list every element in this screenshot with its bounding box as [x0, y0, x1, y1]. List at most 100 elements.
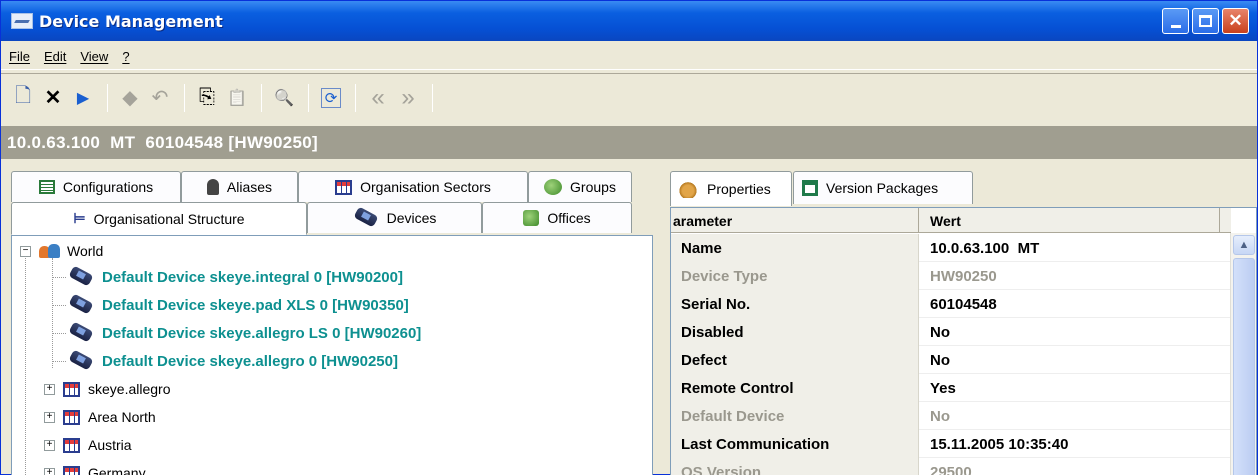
tree-node-device[interactable]: Default Device skeye.allegro LS 0 [HW902…	[68, 319, 421, 347]
run-button[interactable]: ▶	[69, 83, 97, 113]
device-management-window: Device Management ✕ File Edit View ? 🗋 ✕…	[0, 0, 1258, 475]
close-icon: ✕	[1228, 11, 1243, 30]
undo-button[interactable]: ↶	[146, 83, 174, 113]
tab-configurations[interactable]: Configurations	[11, 171, 181, 202]
new-button[interactable]: 🗋	[9, 83, 37, 113]
previous-button[interactable]: «	[364, 83, 392, 113]
tab-properties[interactable]: Properties	[670, 171, 792, 206]
tab-label: Devices	[386, 210, 437, 226]
toolbar: 🗋 ✕ ▶ ◆ ↶ ⎘ 📋 🔍 ⟳ « »	[1, 73, 1257, 121]
menu-file[interactable]: File	[9, 49, 30, 64]
device-icon	[68, 269, 94, 285]
grid-icon	[335, 179, 353, 195]
refresh-button[interactable]: ⟳	[317, 83, 345, 113]
chevron-up-icon: ▲	[1238, 239, 1250, 251]
maximize-button[interactable]	[1192, 8, 1219, 34]
paste-button[interactable]: 📋	[223, 83, 251, 113]
apply-button[interactable]: ◆	[116, 83, 144, 113]
grid-icon	[63, 409, 80, 425]
property-row[interactable]: Last Communication 15.11.2005 10:35:40	[671, 430, 1231, 458]
play-icon: ▶	[76, 89, 90, 107]
tree-node-label: Area North	[88, 409, 156, 425]
tab-organisation-sectors[interactable]: Organisation Sectors	[298, 171, 528, 202]
property-value[interactable]: No	[920, 318, 1220, 346]
property-row[interactable]: Serial No. 60104548	[671, 290, 1231, 318]
people-icon	[39, 243, 61, 259]
title-bar[interactable]: Device Management ✕	[1, 1, 1257, 41]
tab-devices[interactable]: Devices	[307, 202, 482, 233]
vertical-scrollbar[interactable]: ▲	[1230, 233, 1256, 475]
delete-button[interactable]: ✕	[39, 83, 67, 113]
menu-view[interactable]: View	[80, 49, 108, 64]
grid-icon	[63, 381, 80, 397]
organisation-tree[interactable]: − World Default Device skeye.integral 0 …	[11, 235, 653, 475]
copy-button[interactable]: ⎘	[193, 83, 221, 113]
tree-node-sector[interactable]: + skeye.allegro	[44, 375, 171, 403]
expand-icon[interactable]: +	[44, 411, 55, 423]
window-title: Device Management	[39, 11, 223, 31]
tree-node-label: Germany	[88, 465, 146, 475]
diamond-icon: ◆	[122, 87, 138, 109]
property-row[interactable]: Default Device No	[671, 402, 1231, 430]
property-name: Disabled	[671, 318, 919, 346]
left-tabs-row-1: Configurations Aliases Organisation Sect…	[11, 171, 632, 202]
property-value[interactable]: Yes	[920, 374, 1220, 402]
expand-icon[interactable]: +	[44, 467, 55, 475]
property-name: Remote Control	[671, 374, 919, 402]
property-row[interactable]: Disabled No	[671, 318, 1231, 346]
left-pane: Configurations Aliases Organisation Sect…	[11, 171, 653, 475]
save-icon	[802, 180, 818, 196]
menu-help[interactable]: ?	[122, 49, 129, 64]
tree-node-label: Default Device skeye.allegro LS 0 [HW902…	[102, 324, 422, 342]
next-icon: »	[401, 83, 415, 111]
tab-version-packages[interactable]: Version Packages	[793, 171, 973, 204]
toolbar-separator	[184, 83, 185, 112]
device-icon	[68, 353, 94, 369]
tree-node-device[interactable]: Default Device skeye.allegro 0 [HW90250]	[68, 347, 398, 375]
property-row[interactable]: OS Version 29500	[671, 458, 1231, 475]
expand-icon[interactable]: +	[44, 383, 55, 395]
maximize-icon	[1199, 15, 1212, 27]
tab-groups[interactable]: Groups	[528, 171, 632, 202]
device-icon	[68, 325, 94, 341]
property-value[interactable]: 15.11.2005 10:35:40	[920, 430, 1220, 458]
column-header-value[interactable]: Wert	[920, 208, 1220, 233]
collapse-icon[interactable]: −	[20, 245, 31, 257]
menu-edit[interactable]: Edit	[44, 49, 66, 64]
scroll-up-button[interactable]: ▲	[1233, 235, 1255, 255]
property-value[interactable]: 10.0.63.100 MT	[920, 234, 1220, 262]
tree-node-sector[interactable]: + Germany	[44, 459, 146, 475]
tab-offices[interactable]: Offices	[482, 202, 632, 233]
tree-node-world[interactable]: − World	[20, 237, 103, 265]
tab-label: Aliases	[226, 179, 273, 195]
property-row[interactable]: Device Type HW90250	[671, 262, 1231, 290]
minimize-button[interactable]	[1162, 8, 1189, 34]
column-header-parameter[interactable]: arameter	[671, 208, 919, 233]
tab-aliases[interactable]: Aliases	[181, 171, 298, 202]
selected-device-bar: 10.0.63.100 MT 60104548 [HW90250]	[1, 126, 1257, 159]
property-value[interactable]: No	[920, 346, 1220, 374]
close-button[interactable]: ✕	[1222, 8, 1249, 34]
properties-grid[interactable]: arameter Wert Name 10.0.63.100 MT Device…	[670, 207, 1257, 475]
tree-node-device[interactable]: Default Device skeye.pad XLS 0 [HW90350]	[68, 291, 409, 319]
tab-organisational-structure[interactable]: ⊨ Organisational Structure	[11, 202, 307, 235]
device-icon	[68, 297, 94, 313]
next-button[interactable]: »	[394, 83, 422, 113]
undo-icon: ↶	[151, 87, 169, 109]
minimize-icon	[1170, 24, 1181, 28]
tree-node-label: Default Device skeye.allegro 0 [HW90250]	[102, 352, 398, 370]
scroll-thumb[interactable]	[1233, 258, 1255, 475]
property-row[interactable]: Name 10.0.63.100 MT	[671, 234, 1231, 262]
expand-icon[interactable]: +	[44, 439, 55, 451]
property-row[interactable]: Remote Control Yes	[671, 374, 1231, 402]
tree-node-label: Default Device skeye.pad XLS 0 [HW90350]	[102, 296, 409, 314]
tree-node-sector[interactable]: + Austria	[44, 431, 132, 459]
toolbar-separator	[261, 83, 262, 112]
office-icon	[523, 210, 540, 226]
search-button[interactable]: 🔍	[270, 83, 298, 113]
property-value[interactable]: 60104548	[920, 290, 1220, 318]
tree-node-sector[interactable]: + Area North	[44, 403, 156, 431]
tree-node-device[interactable]: Default Device skeye.integral 0 [HW90200…	[68, 263, 403, 291]
device-icon	[353, 210, 379, 226]
property-row[interactable]: Defect No	[671, 346, 1231, 374]
